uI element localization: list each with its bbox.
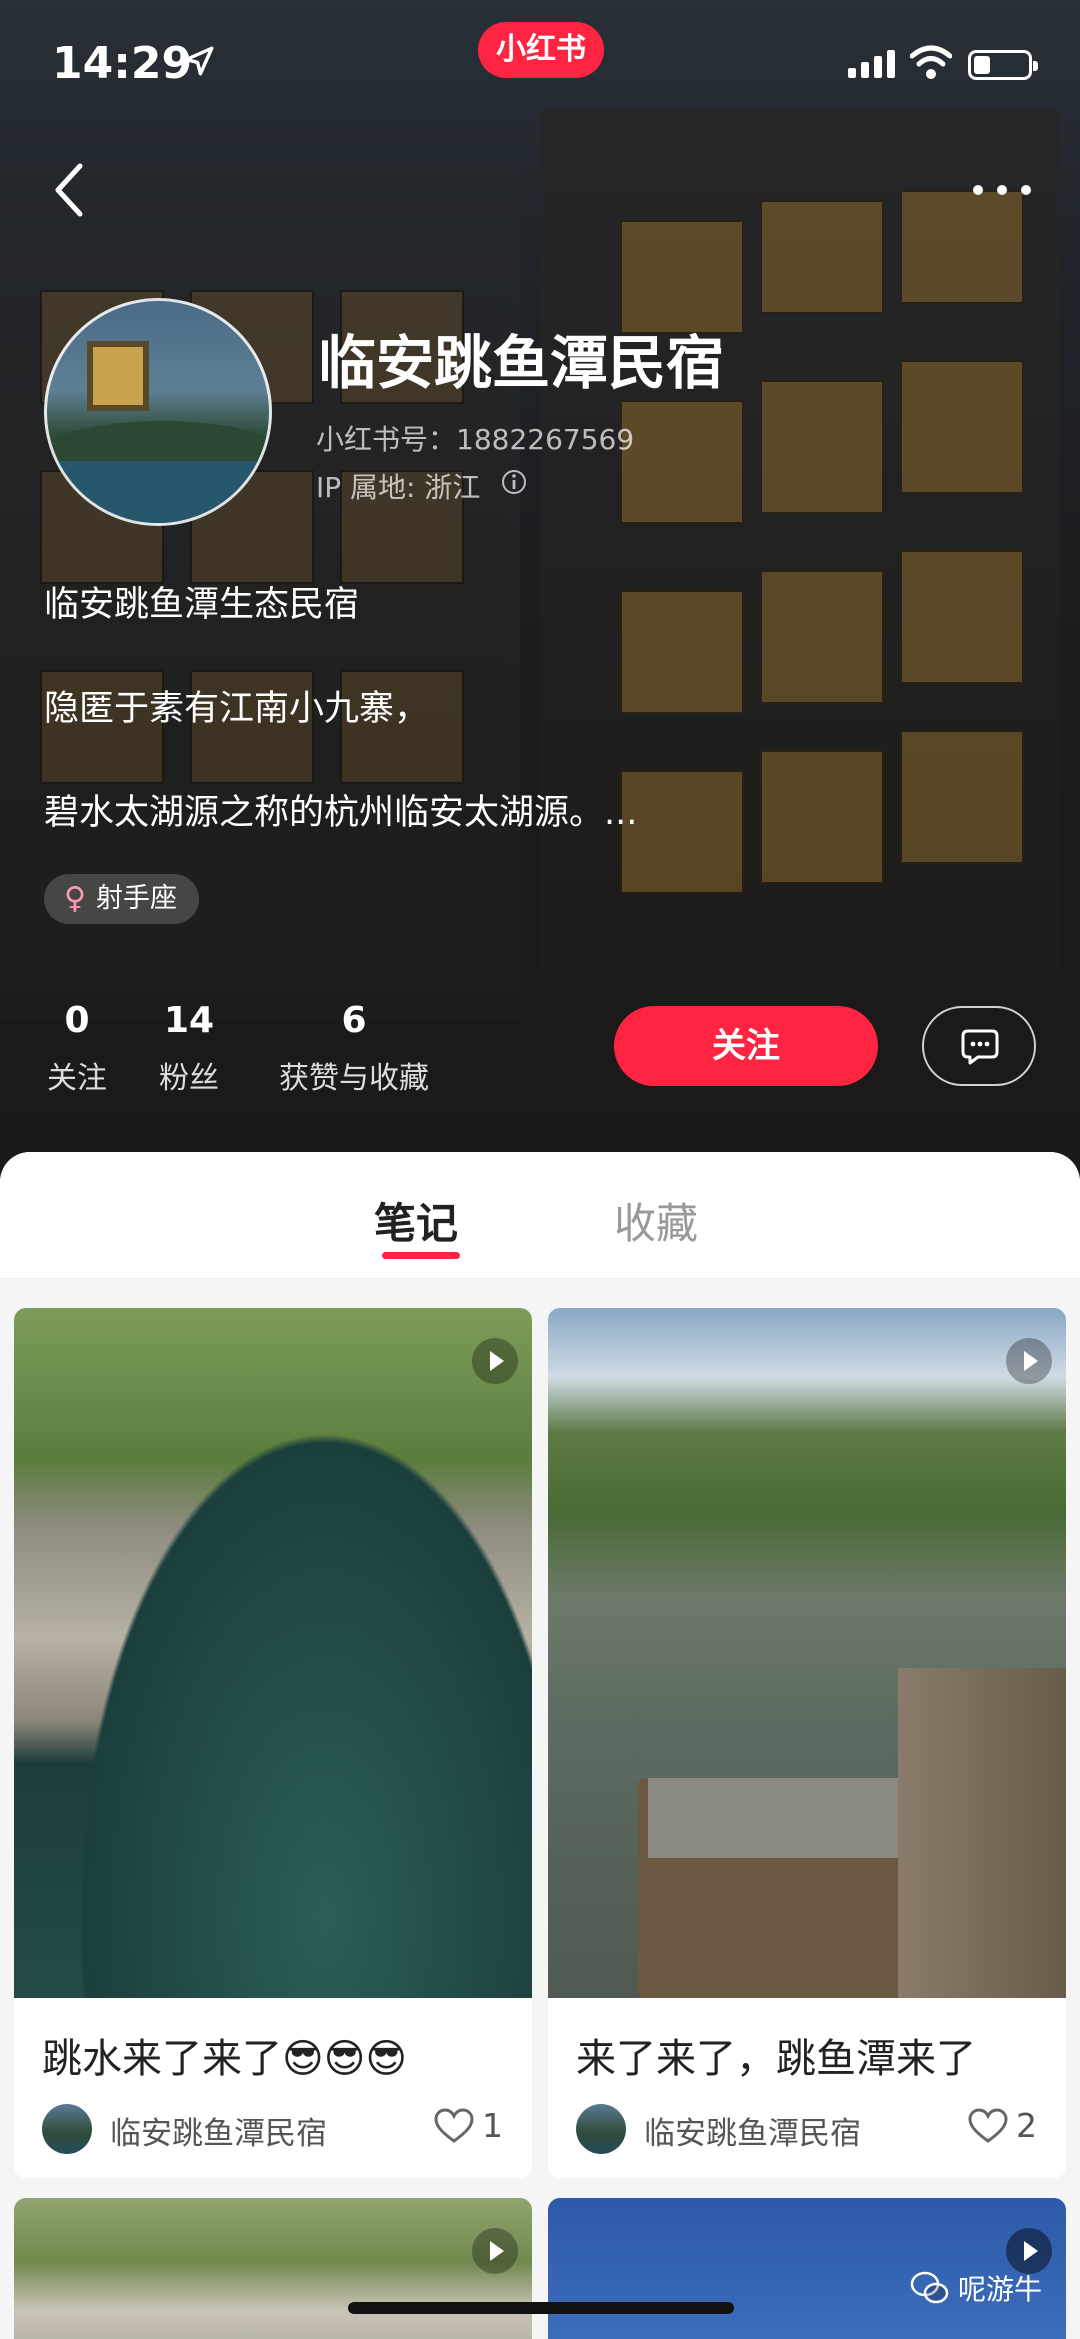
- stat-followers-label: 粉丝: [159, 1061, 219, 1096]
- note-author: 临安跳鱼潭民宿: [644, 2116, 861, 2152]
- stat-following[interactable]: 0 关注: [44, 1000, 110, 1097]
- watermark-text: 呢游牛: [958, 2273, 1043, 2306]
- stat-likes-collects[interactable]: 6 获赞与收藏: [272, 1000, 436, 1097]
- profile-avatar[interactable]: [44, 298, 272, 526]
- stat-following-count: 0: [64, 1000, 90, 1041]
- stat-followers[interactable]: 14 粉丝: [156, 1000, 222, 1097]
- ip-location: IP 属地: 浙江: [316, 471, 481, 504]
- profile-name: 临安跳鱼潭民宿: [318, 329, 725, 397]
- stat-likes-collects-label: 获赞与收藏: [279, 1061, 429, 1096]
- note-card[interactable]: 来了来了，跳鱼潭来了 临安跳鱼潭民宿 2: [548, 1308, 1066, 2178]
- chat-bubble-icon: [961, 1029, 999, 1065]
- stat-followers-count: 14: [163, 1000, 215, 1041]
- bio-line-2: 隐匿于素有江南小九寨，: [44, 689, 430, 729]
- video-play-icon: [472, 1338, 518, 1384]
- note-like-count: 2: [1016, 2106, 1037, 2145]
- note-cover-image: [548, 1308, 1066, 1998]
- tab-collections[interactable]: 收藏: [614, 1190, 698, 1251]
- bio-line-1: 临安跳鱼潭生态民宿: [44, 585, 360, 625]
- tab-bar: 笔记 收藏: [0, 1152, 1080, 1279]
- info-icon[interactable]: [500, 468, 528, 496]
- zodiac-label: 射手座: [95, 883, 177, 914]
- note-author-avatar: [576, 2104, 626, 2154]
- battery-icon: [968, 50, 1038, 80]
- wifi-icon: [910, 45, 952, 79]
- message-button[interactable]: [922, 1006, 1036, 1086]
- status-time: 14:29: [52, 38, 193, 89]
- notes-panel: 笔记 收藏 跳水来了来了😎😎😎 临安跳鱼潭民宿 1 来了来了，跳鱼潭来了 临安跳…: [0, 1152, 1080, 2339]
- heart-icon[interactable]: [968, 2108, 1008, 2144]
- more-options-icon[interactable]: [970, 180, 1034, 200]
- wechat-icon: [910, 2271, 949, 2304]
- red-id: 小红书号：1882267569: [316, 423, 635, 456]
- note-like-count: 1: [482, 2106, 503, 2145]
- video-play-icon: [472, 2228, 518, 2274]
- note-card[interactable]: 跳水来了来了😎😎😎 临安跳鱼潭民宿 1: [14, 1308, 532, 2178]
- heart-icon[interactable]: [434, 2108, 474, 2144]
- note-card[interactable]: [14, 2198, 532, 2339]
- bio-line-3[interactable]: 碧水太湖源之称的杭州临安太湖源。...: [44, 784, 637, 835]
- tab-notes[interactable]: 笔记: [374, 1190, 458, 1251]
- note-cover-image: [14, 1308, 532, 1998]
- female-gender-icon: ♀: [64, 881, 86, 916]
- video-play-icon: [1006, 1338, 1052, 1384]
- note-title: 跳水来了来了😎😎😎: [42, 2036, 408, 2082]
- note-author: 临安跳鱼潭民宿: [110, 2116, 327, 2152]
- stat-likes-collects-count: 6: [341, 1000, 367, 1041]
- location-arrow-icon: [184, 46, 214, 76]
- follow-button[interactable]: 关注: [614, 1006, 878, 1086]
- back-chevron-icon[interactable]: [50, 162, 90, 218]
- cellular-signal-icon: [848, 50, 895, 78]
- note-author-avatar: [42, 2104, 92, 2154]
- watermark: 呢游牛: [910, 2268, 1042, 2308]
- status-bar: 14:29 小红书: [0, 0, 1080, 130]
- zodiac-tag: ♀ 射手座: [44, 874, 199, 924]
- note-title: 来了来了，跳鱼潭来了: [576, 2036, 976, 2082]
- tab-active-indicator: [382, 1252, 460, 1259]
- stat-following-label: 关注: [47, 1061, 107, 1096]
- brand-badge: 小红书: [478, 22, 604, 78]
- home-indicator[interactable]: [348, 2302, 734, 2314]
